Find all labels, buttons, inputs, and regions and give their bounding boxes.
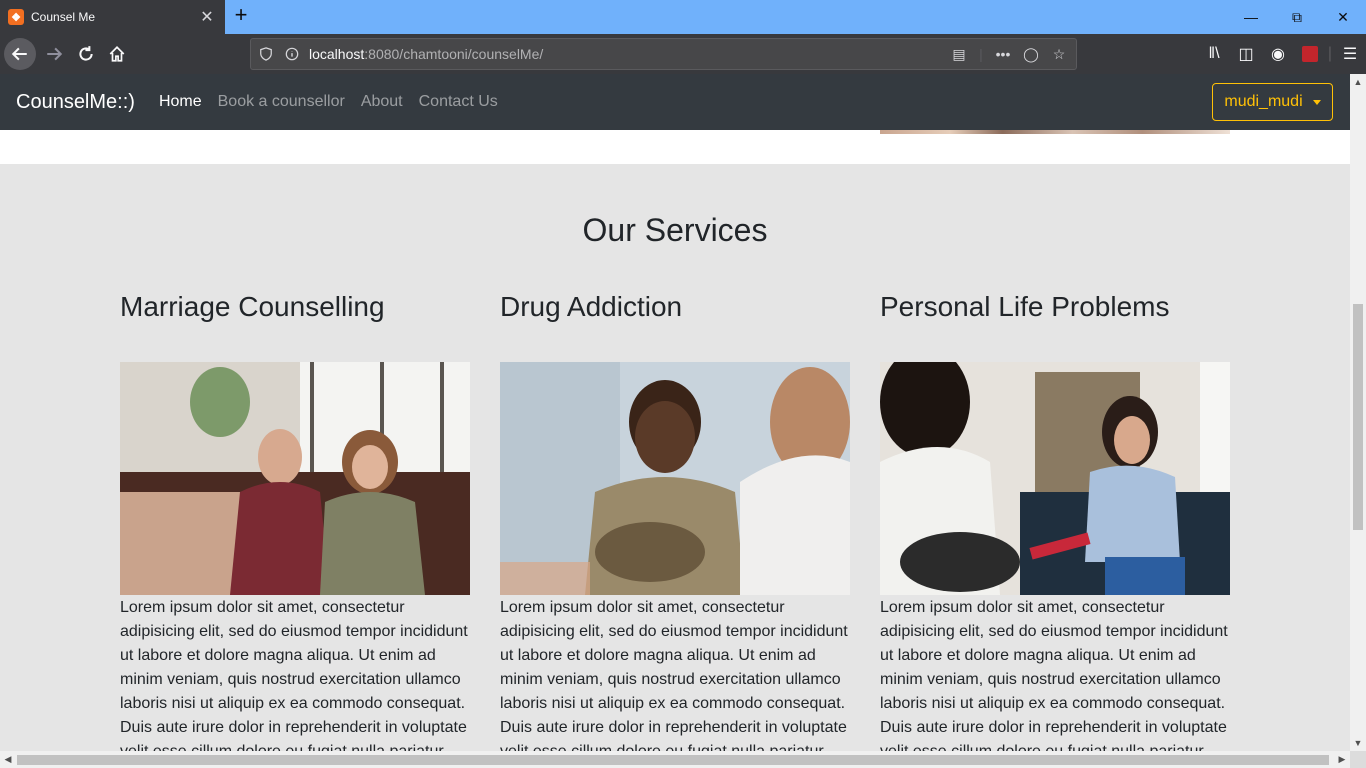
account-icon[interactable]: ◉: [1262, 38, 1294, 70]
xampp-favicon-icon: ❖: [8, 9, 24, 25]
library-icon[interactable]: ‖\: [1198, 38, 1230, 70]
service-heading: Personal Life Problems: [880, 291, 1170, 322]
reload-icon: [79, 46, 93, 61]
service-description: Lorem ipsum dolor sit amet, consectetur …: [120, 599, 468, 751]
scroll-down-icon[interactable]: ▼: [1350, 735, 1366, 751]
page-viewport: CounselMe::) Home Book a counsellor Abou…: [0, 74, 1350, 751]
bookmark-star-icon[interactable]: ☆: [1048, 43, 1070, 65]
user-menu-dropdown[interactable]: mudi_mudi: [1212, 83, 1333, 121]
caret-down-icon: [1312, 99, 1321, 105]
url-host: localhost: [309, 46, 365, 62]
back-button[interactable]: [4, 38, 36, 70]
couple-photo: [120, 362, 470, 595]
minimize-window-button[interactable]: —: [1228, 0, 1274, 34]
home-button[interactable]: [101, 38, 133, 70]
service-card: Drug Addiction Lorem ipsum dolor sit ame…: [500, 286, 850, 751]
close-tab-icon[interactable]: ✕: [197, 7, 217, 27]
reload-button[interactable]: [70, 38, 102, 70]
reader-view-icon[interactable]: ▤: [948, 43, 970, 65]
url-path: :8080/chamtooni/counselMe/: [364, 46, 544, 62]
horizontal-scrollbar[interactable]: ◀ ▶: [0, 751, 1350, 768]
scroll-up-icon[interactable]: ▲: [1350, 74, 1366, 90]
browser-toolbar: localhost:8080/chamtooni/counselMe/ ▤ | …: [0, 34, 1366, 74]
vertical-scrollbar[interactable]: ▲ ▼: [1350, 74, 1366, 751]
url-divider: |: [979, 46, 983, 62]
user-menu-label: mudi_mudi: [1224, 93, 1303, 110]
services-title: Our Services: [582, 212, 768, 248]
service-card: Personal Life Problems Lorem ipsum dolor…: [880, 286, 1230, 751]
nav-link-contact[interactable]: Contact Us: [411, 93, 506, 111]
arrow-left-icon: [11, 47, 27, 61]
nav-link-home[interactable]: Home: [151, 93, 210, 111]
more-actions-icon[interactable]: •••: [992, 43, 1014, 65]
home-icon: [109, 46, 125, 62]
url-bar[interactable]: localhost:8080/chamtooni/counselMe/ ▤ | …: [250, 38, 1077, 70]
site-brand[interactable]: CounselMe::): [16, 91, 135, 114]
vertical-scroll-thumb[interactable]: [1353, 304, 1363, 530]
toolbar-divider: |: [1327, 45, 1333, 62]
forward-button[interactable]: [38, 38, 70, 70]
scrollbar-corner: [1350, 751, 1366, 768]
arrow-right-icon: [47, 47, 63, 61]
pocket-icon[interactable]: ◯: [1020, 43, 1042, 65]
sidebar-icon[interactable]: ◫: [1230, 38, 1262, 70]
shield-icon[interactable]: [255, 43, 277, 65]
menu-hamburger-icon[interactable]: ☰: [1334, 38, 1366, 70]
horizontal-scroll-thumb[interactable]: [17, 755, 1329, 765]
nav-link-about[interactable]: About: [353, 93, 411, 111]
extension-icon[interactable]: [1294, 38, 1326, 70]
man-counselling-photo: [500, 362, 850, 595]
close-window-button[interactable]: ✕: [1320, 0, 1366, 34]
url-text: localhost:8080/chamtooni/counselMe/: [309, 46, 543, 62]
woman-therapy-photo: [880, 362, 1230, 595]
site-navbar: CounselMe::) Home Book a counsellor Abou…: [0, 74, 1350, 130]
nav-link-book-counsellor[interactable]: Book a counsellor: [210, 93, 353, 111]
service-heading: Marriage Counselling: [120, 291, 385, 322]
scroll-right-icon[interactable]: ▶: [1334, 751, 1350, 768]
browser-tab[interactable]: ❖ Counsel Me ✕: [0, 0, 225, 34]
tab-title: Counsel Me: [31, 10, 96, 24]
service-card: Marriage Counselling Lorem ipsum dolor s…: [120, 286, 470, 751]
service-heading: Drug Addiction: [500, 291, 683, 322]
scroll-left-icon[interactable]: ◀: [0, 751, 16, 768]
info-icon[interactable]: [281, 43, 303, 65]
browser-tab-bar: ❖ Counsel Me ✕ + — ⧉ ✕: [0, 0, 1366, 34]
nav-links: Home Book a counsellor About Contact Us: [151, 93, 506, 111]
service-description: Lorem ipsum dolor sit amet, consectetur …: [880, 599, 1228, 751]
new-tab-button[interactable]: +: [230, 4, 252, 27]
service-description: Lorem ipsum dolor sit amet, consectetur …: [500, 599, 848, 751]
restore-window-button[interactable]: ⧉: [1274, 0, 1320, 34]
